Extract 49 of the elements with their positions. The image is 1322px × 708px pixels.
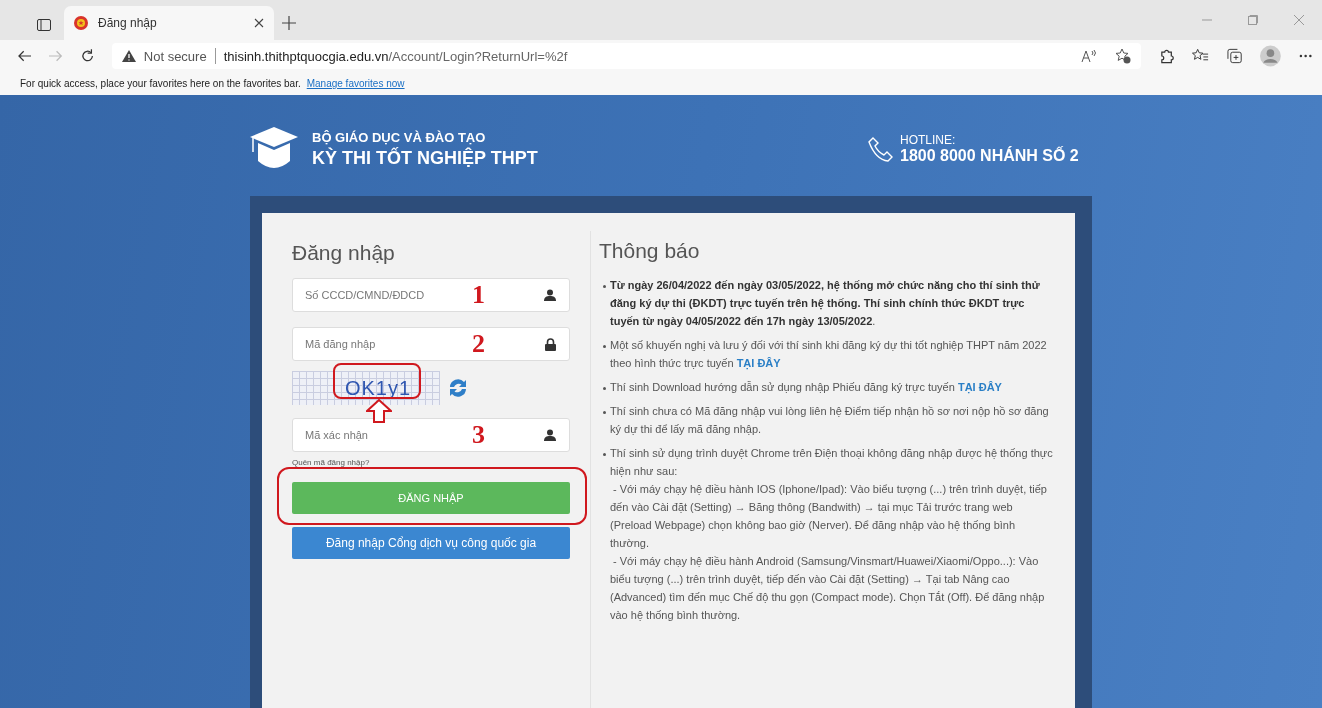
star-add-icon[interactable] [1114, 48, 1131, 64]
ministry-name: BỘ GIÁO DỤC VÀ ĐÀO TẠO [312, 129, 487, 145]
hotline-label: HOTLINE: [900, 133, 957, 147]
graduation-cap-icon [250, 127, 298, 171]
new-tab-icon[interactable] [282, 16, 296, 30]
more-icon[interactable] [1298, 54, 1313, 58]
read-aloud-icon[interactable] [1080, 49, 1097, 63]
emblem-icon [74, 16, 88, 30]
phone-icon [868, 136, 894, 162]
browser-tab[interactable]: Đăng nhập [64, 6, 274, 40]
user-icon [544, 289, 556, 301]
bullet-dot [603, 285, 606, 288]
lock-icon [545, 338, 556, 351]
up-arrow-icon [366, 399, 392, 423]
here-link[interactable]: TẠI ĐÂY [736, 357, 781, 369]
exam-title: KỲ THI TỐT NGHIỆP THPT [312, 147, 538, 169]
close-icon[interactable] [254, 18, 264, 28]
notice-text: Từ ngày 26/04/2022 đến ngày 03/05/2022, hệ thống mở chức năng cho thí sinh thử đăng ký dự thi (ĐKDT) trực tuyến trên hệ thống. Thí sinh chính thức ĐKDT trực tuyến từ ngày 04/05/2022 đến 17h ngày 13/05/2022. [610, 278, 1041, 329]
warning-icon [121, 50, 136, 62]
national-portal-button[interactable]: Đăng nhập Cổng dịch vụ công quốc gia [292, 527, 570, 559]
annotation-number: 2 [472, 329, 485, 359]
annotation-number: 3 [472, 420, 485, 450]
annotation-number: 1 [472, 280, 485, 310]
notice-text: Thí sinh chưa có Mã đăng nhập vui lòng liên hệ Điểm tiếp nhận hồ sơ nơi nộp hồ sơ đăng ký dự thi để lấy mã đăng nhập. [610, 404, 1050, 437]
back-icon[interactable] [18, 50, 32, 62]
bullet-dot [603, 453, 606, 456]
security-label: Not secure [143, 48, 207, 64]
bullet-dot [603, 411, 606, 414]
forgot-code-link[interactable]: Quên mã đăng nhập? [292, 458, 590, 467]
user-icon [544, 429, 556, 441]
manage-favorites-link[interactable]: Manage favorites now [306, 78, 405, 89]
login-title: Đăng nhập [292, 241, 396, 265]
address-bar[interactable]: Not secure thisinh.thithptquocgia.edu.vn/Account/Login?ReturnUrl=%2f [111, 43, 1141, 69]
hotline-number: 1800 8000 NHÁNH SỐ 2 [900, 147, 1079, 165]
url-text: thisinh.thithptquocgia.edu.vn/Account/Login?ReturnUrl=%2f [223, 48, 568, 64]
favorites-message: For quick access, place your favorites here on the favorites bar. [20, 78, 301, 89]
notice-text: Thí sinh sử dụng trình duyệt Chrome trên Điện thoại không đăng nhập được hệ thống thực hiện như sau: - Với máy chạy hệ điều hành IOS (Iphone/Ipad): Vào biểu tượng (...) trên trình duyệt, tiếp đến vào Cài đặt (Setting) → Băng thông (Bandwith) → tại mục Tải trước trang web (Preload Webpage) chọn không bao giờ (Nerver). Để đăng nhập vào hệ thống bình thường. - Với máy chạy hệ điều hành Android (Samsung/Vinsmart/Huawei/Xiaomi/Oppo...): Vào biểu tượng (...) trên trình duyệt, tiếp đến vào Cài đặt (Setting) → Tại tab Nâng cao (Advanced) tìm đến mục Chế độ thu gọn (Compact mode). Chọn Tắt (Off). Để đăng nhập vào hệ thống bình thường. [610, 446, 1054, 623]
notice-text: Một số khuyến nghị và lưu ý đối với thí sinh khi đăng ký dự thi tốt nghiệp THPT năm 2022 theo hình thức trực tuyến TẠI ĐÂY [610, 338, 1048, 372]
collections-icon[interactable] [1226, 48, 1242, 64]
captcha-image: OK1y1 [292, 371, 440, 405]
here-link[interactable]: TẠI ĐÂY [957, 381, 1002, 393]
extensions-icon[interactable] [1158, 48, 1174, 64]
tab-actions-icon[interactable] [37, 19, 51, 31]
notice-title: Thông báo [599, 239, 701, 263]
bullet-dot [603, 387, 606, 390]
bullet-dot [603, 345, 606, 348]
profile-avatar[interactable] [1259, 45, 1281, 67]
notice-text: Thí sinh Download hướng dẫn sử dụng nhập Phiếu đăng ký trực tuyến TẠI ĐÂY [610, 380, 1002, 396]
refresh-icon[interactable] [80, 49, 94, 63]
